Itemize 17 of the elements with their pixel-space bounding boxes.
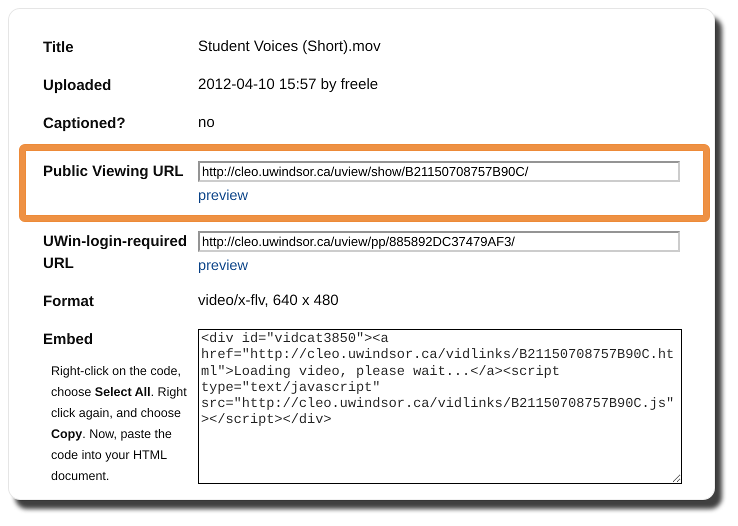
url-field[interactable]: http://cleo.uwindsor.ca/uview/show/B21150708757B90C/ — [198, 161, 680, 182]
field-label: UWin-login-required URL — [43, 232, 188, 274]
preview-link[interactable]: preview — [198, 187, 248, 205]
embed-code-field[interactable]: <div id="vidcat3850"><a href="http://cleo.uwindsor.ca/vidlinks/B21150708757B90C.html">Loading video, please wait...</a><script type="text/javascript" src="http://cleo.uwindsor.ca/vidlinks/B21150708757B90C.js"></script></div> — [198, 329, 682, 484]
field-value: 2012-04-10 15:57 by freele — [198, 75, 378, 95]
field-label: Uploaded — [43, 76, 112, 96]
url-field[interactable]: http://cleo.uwindsor.ca/uview/pp/885892DC37479AF3/ — [198, 231, 680, 252]
field-label: Captioned? — [43, 114, 126, 134]
embed-instructions: Right-click on the code, choose Select All. Right click again, and choose Copy. Now, paste the code into your HTML document. — [51, 363, 188, 485]
field-label: Format — [43, 292, 95, 312]
field-label: Title — [43, 38, 75, 58]
preview-link[interactable]: preview — [198, 257, 248, 275]
field-value: no — [198, 113, 215, 133]
field-value: video/x-flv, 640 x 480 — [198, 291, 339, 311]
field-value: Student Voices (Short).mov — [198, 37, 381, 57]
field-label: Public Viewing URL — [43, 162, 185, 182]
field-label: Embed — [43, 330, 94, 350]
